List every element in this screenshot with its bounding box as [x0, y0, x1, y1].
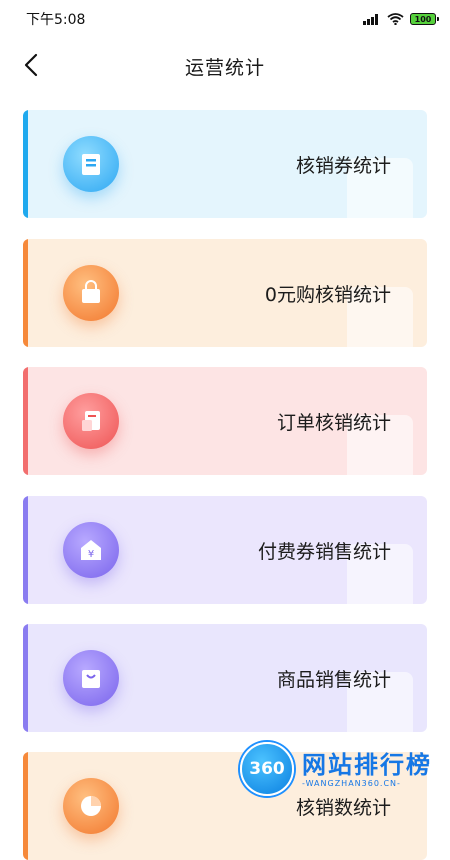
pie-chart-icon	[63, 778, 119, 834]
card-label: 订单核销统计	[276, 411, 391, 434]
card-accent-stripe	[23, 752, 28, 860]
card-accent-stripe	[23, 367, 28, 475]
watermark-text: 网站排行榜 -WANGZHAN360.CN-	[302, 751, 432, 788]
card-label: 付费券销售统计	[257, 540, 391, 563]
battery-icon: 100	[410, 13, 439, 25]
card-voucher-stats[interactable]: 核销券统计	[23, 110, 427, 218]
watermark-badge: 360	[240, 742, 294, 796]
card-accent-stripe	[23, 239, 28, 347]
card-accent-stripe	[23, 624, 28, 732]
card-accent-stripe	[23, 496, 28, 604]
yuan-coupon-icon: ¥	[63, 522, 119, 578]
card-label: 核销券统计	[295, 154, 391, 177]
card-zero-buy-stats[interactable]: 0元购核销统计	[23, 239, 427, 347]
watermark-subtitle: -WANGZHAN360.CN-	[302, 778, 401, 788]
chevron-left-icon	[24, 53, 38, 77]
card-label: 0元购核销统计	[264, 283, 391, 306]
wifi-icon	[387, 13, 404, 25]
status-icons: 100	[363, 13, 439, 25]
back-button[interactable]	[16, 50, 46, 80]
card-label: 商品销售统计	[276, 668, 391, 691]
nav-bar: 运营统计	[0, 40, 450, 92]
voucher-icon	[63, 136, 119, 192]
signal-icon	[363, 14, 378, 25]
svg-text:¥: ¥	[88, 549, 94, 560]
order-icon	[63, 393, 119, 449]
shopping-bag-icon	[63, 265, 119, 321]
status-time: 下午5:08	[26, 12, 86, 28]
watermark: 360 网站排行榜 -WANGZHAN360.CN-	[240, 738, 450, 800]
card-product-sales-stats[interactable]: 商品销售统计	[23, 624, 427, 732]
card-paid-voucher-stats[interactable]: ¥ 付费券销售统计	[23, 496, 427, 604]
card-order-stats[interactable]: 订单核销统计	[23, 367, 427, 475]
page-title: 运营统计	[184, 56, 265, 79]
product-bag-icon	[63, 650, 119, 706]
watermark-title: 网站排行榜	[302, 750, 432, 779]
card-accent-stripe	[23, 110, 28, 218]
status-bar: 下午5:08 100	[0, 0, 450, 38]
